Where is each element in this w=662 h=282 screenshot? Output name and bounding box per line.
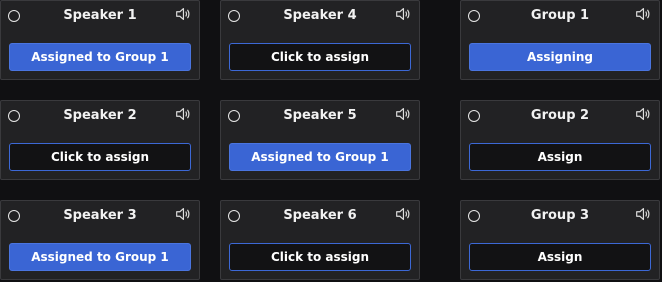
speaker-volume-icon[interactable]: [394, 105, 412, 123]
speaker-6-assign-button[interactable]: Click to assign: [229, 243, 411, 271]
speaker-volume-icon[interactable]: [174, 205, 192, 223]
speaker-5-title: Speaker 5: [283, 108, 357, 123]
speaker-2-assign-button[interactable]: Click to assign: [9, 143, 191, 171]
group-2-title: Group 2: [530, 108, 590, 123]
speaker-3-title: Speaker 3: [63, 208, 137, 223]
group-card-3: Group 3 Assign: [460, 200, 660, 280]
group-2-assign-button[interactable]: Assign: [469, 143, 651, 171]
group-1-assign-button[interactable]: Assigning: [469, 43, 651, 71]
speaker-volume-icon[interactable]: [634, 205, 652, 223]
speaker-card-5: Speaker 5 Assigned to Group 1: [220, 100, 420, 180]
group-card-2: Group 2 Assign: [460, 100, 660, 180]
speaker-4-title: Speaker 4: [283, 8, 357, 23]
speaker-volume-icon[interactable]: [634, 105, 652, 123]
speaker-1-title: Speaker 1: [63, 8, 137, 23]
speaker-volume-icon[interactable]: [174, 5, 192, 23]
speaker-6-title: Speaker 6: [283, 208, 357, 223]
group-1-title: Group 1: [530, 8, 590, 23]
speaker-volume-icon[interactable]: [394, 205, 412, 223]
speaker-volume-icon[interactable]: [174, 105, 192, 123]
speaker-card-2: Speaker 2 Click to assign: [0, 100, 200, 180]
speaker-card-4: Speaker 4 Click to assign: [220, 0, 420, 80]
speaker-2-title: Speaker 2: [63, 108, 137, 123]
group-3-title: Group 3: [530, 208, 590, 223]
speaker-card-1: Speaker 1 Assigned to Group 1: [0, 0, 200, 80]
speaker-card-3: Speaker 3 Assigned to Group 1: [0, 200, 200, 280]
speaker-card-6: Speaker 6 Click to assign: [220, 200, 420, 280]
group-card-1: Group 1 Assigning: [460, 0, 660, 80]
speaker-5-assign-button[interactable]: Assigned to Group 1: [229, 143, 411, 171]
speaker-volume-icon[interactable]: [634, 5, 652, 23]
speaker-3-assign-button[interactable]: Assigned to Group 1: [9, 243, 191, 271]
speaker-1-assign-button[interactable]: Assigned to Group 1: [9, 43, 191, 71]
group-3-assign-button[interactable]: Assign: [469, 243, 651, 271]
speaker-4-assign-button[interactable]: Click to assign: [229, 43, 411, 71]
speaker-volume-icon[interactable]: [394, 5, 412, 23]
